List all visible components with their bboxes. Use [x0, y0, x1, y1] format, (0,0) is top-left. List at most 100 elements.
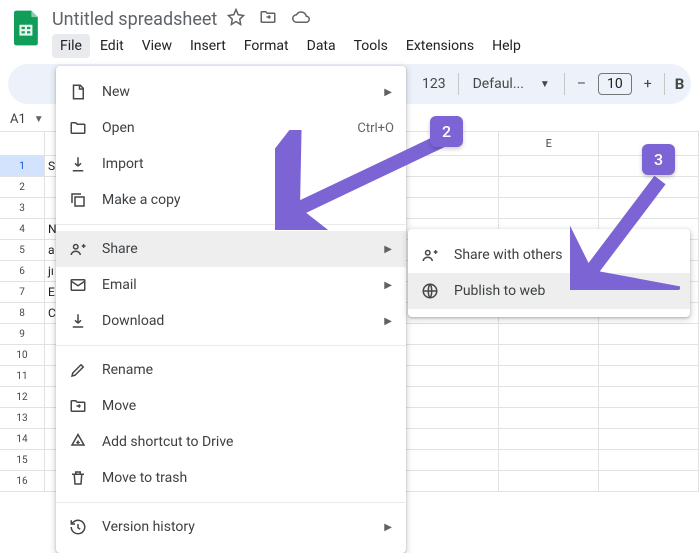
row-header[interactable]: 6	[0, 261, 45, 281]
row-header[interactable]: 10	[0, 345, 45, 365]
file-menu-version[interactable]: Version history ▶	[56, 509, 406, 545]
row-header[interactable]: 15	[0, 450, 45, 470]
globe-icon	[420, 281, 440, 301]
menu-data[interactable]: Data	[299, 34, 344, 58]
shortcut: Ctrl+O	[357, 121, 394, 136]
publish-to-web[interactable]: Publish to web	[408, 273, 690, 309]
row-header[interactable]: 14	[0, 429, 45, 449]
file-menu-share[interactable]: Share ▶	[56, 231, 406, 267]
label: Download	[102, 313, 394, 329]
label: Move to trash	[102, 470, 394, 486]
number-format-button[interactable]: 123	[416, 72, 452, 96]
share-icon	[68, 239, 88, 259]
submenu-arrow-icon: ▶	[384, 244, 392, 255]
history-icon	[68, 517, 88, 537]
annotation-badge-3: 3	[642, 144, 675, 175]
file-menu-trash[interactable]: Move to trash	[56, 460, 406, 496]
row-header[interactable]: 8	[0, 303, 45, 323]
row-header[interactable]: 12	[0, 387, 45, 407]
sheets-logo[interactable]	[12, 8, 42, 48]
name-box-value: A1	[10, 112, 26, 127]
label: Move	[102, 398, 394, 414]
share-people-icon	[420, 245, 440, 265]
label: Publish to web	[454, 283, 678, 299]
file-menu-email[interactable]: Email ▶	[56, 267, 406, 303]
label: Share with others	[454, 247, 678, 263]
folder-open-icon	[68, 118, 88, 138]
menu-separator	[56, 502, 406, 503]
file-menu-new[interactable]: New ▶	[56, 74, 406, 110]
row-header[interactable]: 11	[0, 366, 45, 386]
menu-edit[interactable]: Edit	[92, 34, 132, 58]
row-header[interactable]: 9	[0, 324, 45, 344]
label: Email	[102, 277, 394, 293]
row-header[interactable]: 16	[0, 471, 45, 491]
title-area: Untitled spreadsheet File Edit View Inse…	[52, 8, 687, 58]
label: New	[102, 84, 394, 100]
column-header-e[interactable]: E	[499, 132, 599, 155]
trash-icon	[68, 468, 88, 488]
drive-shortcut-icon	[68, 432, 88, 452]
submenu-arrow-icon: ▶	[384, 280, 392, 291]
menu-tools[interactable]: Tools	[346, 34, 396, 58]
file-menu-import[interactable]: Import	[56, 146, 406, 182]
label: Add shortcut to Drive	[102, 434, 394, 450]
chevron-down-icon: ▼	[540, 79, 550, 90]
name-box[interactable]: A1 ▼	[8, 110, 50, 129]
font-size-increase[interactable]: +	[638, 72, 658, 96]
app-header: Untitled spreadsheet File Edit View Inse…	[0, 0, 699, 58]
rename-icon	[68, 360, 88, 380]
file-menu-copy[interactable]: Make a copy	[56, 182, 406, 218]
share-submenu: Share with others Publish to web	[408, 229, 690, 317]
document-title[interactable]: Untitled spreadsheet	[52, 9, 217, 30]
label: Share	[102, 241, 394, 257]
share-with-others[interactable]: Share with others	[408, 237, 690, 273]
file-menu-rename[interactable]: Rename	[56, 352, 406, 388]
menu-separator	[56, 224, 406, 225]
row-header[interactable]: 13	[0, 408, 45, 428]
file-menu-move[interactable]: Move	[56, 388, 406, 424]
submenu-arrow-icon: ▶	[384, 316, 392, 327]
menu-file[interactable]: File	[52, 34, 90, 58]
file-menu-dropdown: New ▶ Open Ctrl+O Import Make a copy Sha…	[56, 66, 406, 553]
row-header[interactable]: 7	[0, 282, 45, 302]
row-header[interactable]: 2	[0, 177, 45, 197]
star-icon[interactable]	[227, 8, 245, 30]
toolbar-separator	[564, 73, 565, 95]
cloud-status-icon[interactable]	[291, 8, 311, 30]
font-size-input[interactable]: 10	[598, 73, 632, 95]
file-menu-download[interactable]: Download ▶	[56, 303, 406, 339]
menu-extensions[interactable]: Extensions	[398, 34, 482, 58]
file-menu-open[interactable]: Open Ctrl+O	[56, 110, 406, 146]
annotation-badge-2: 2	[430, 116, 463, 147]
label: Import	[102, 156, 394, 172]
row-header[interactable]: 5	[0, 240, 45, 260]
menubar: File Edit View Insert Format Data Tools …	[52, 34, 687, 58]
menu-insert[interactable]: Insert	[182, 34, 234, 58]
email-icon	[68, 275, 88, 295]
menu-view[interactable]: View	[134, 34, 180, 58]
import-icon	[68, 154, 88, 174]
file-menu-shortcut[interactable]: Add shortcut to Drive	[56, 424, 406, 460]
bold-button[interactable]: B	[671, 75, 689, 93]
toolbar-separator	[664, 73, 665, 95]
copy-icon	[68, 190, 88, 210]
label: Make a copy	[102, 192, 394, 208]
font-name: Defaul...	[473, 76, 524, 92]
menu-help[interactable]: Help	[484, 34, 529, 58]
move-folder-icon[interactable]	[259, 8, 277, 30]
label: Open	[102, 120, 343, 136]
download-icon	[68, 311, 88, 331]
select-all-corner[interactable]	[0, 132, 45, 155]
submenu-arrow-icon: ▶	[384, 87, 392, 98]
row-header[interactable]: 1	[0, 156, 45, 176]
toolbar-separator	[458, 73, 459, 95]
menu-format[interactable]: Format	[236, 34, 297, 58]
row-header[interactable]: 3	[0, 198, 45, 218]
font-select[interactable]: Defaul... ▼	[465, 72, 558, 96]
row-header[interactable]: 4	[0, 219, 45, 239]
font-size-decrease[interactable]: –	[571, 72, 592, 96]
move-icon	[68, 396, 88, 416]
menu-separator	[56, 345, 406, 346]
chevron-down-icon: ▼	[34, 114, 44, 125]
